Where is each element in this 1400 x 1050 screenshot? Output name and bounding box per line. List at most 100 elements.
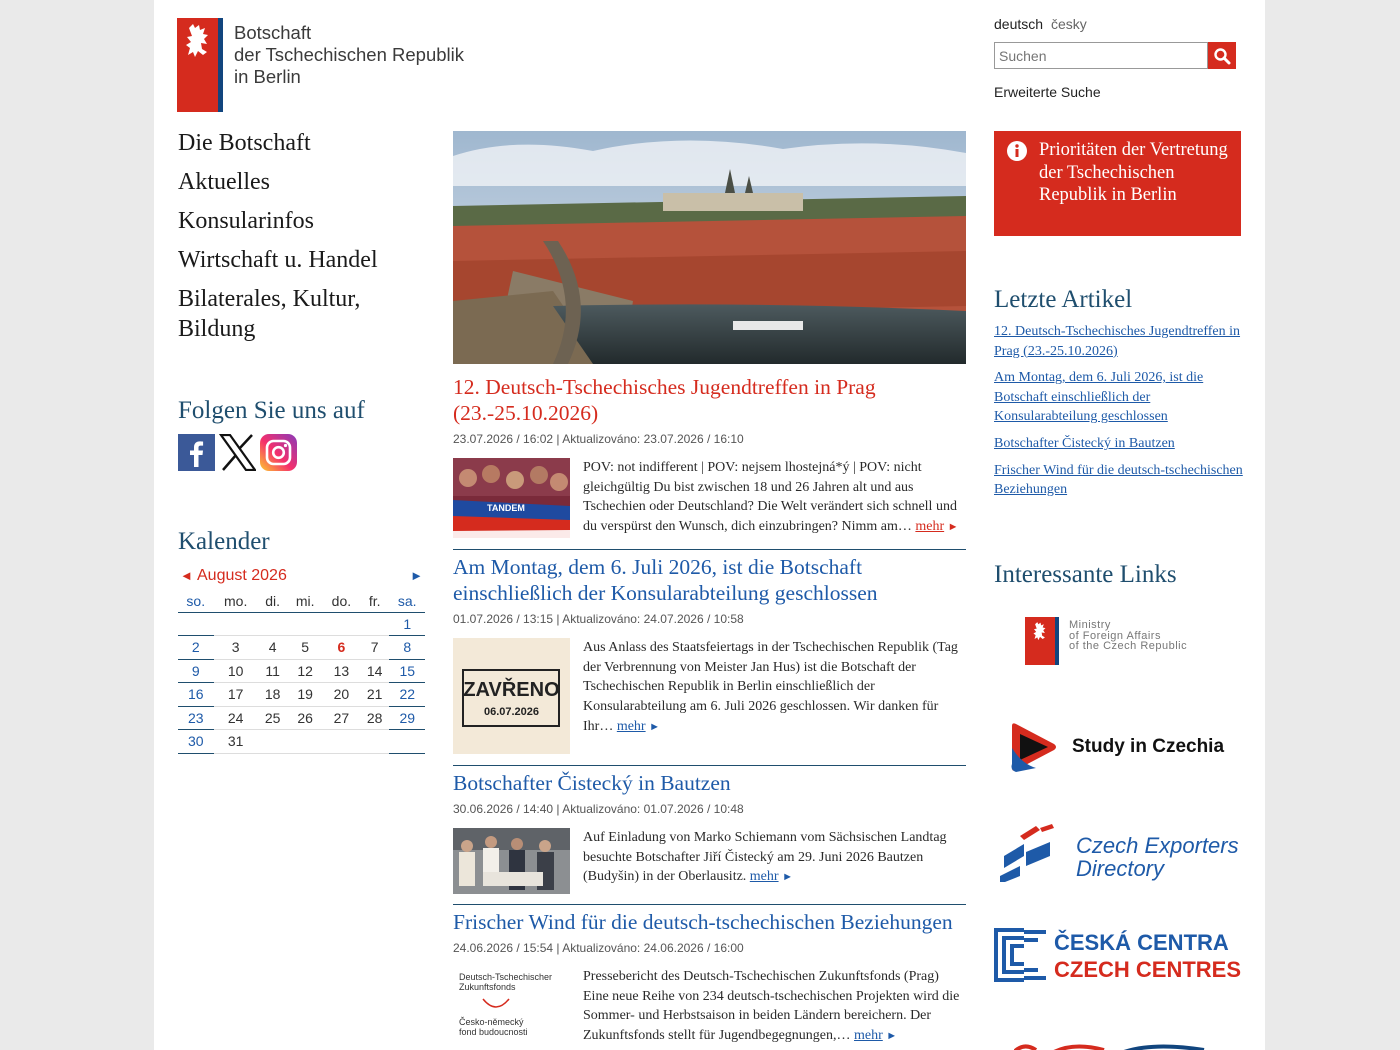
calendar-day[interactable]: 26 bbox=[287, 706, 323, 730]
read-more-link[interactable]: mehr bbox=[617, 719, 646, 734]
divider bbox=[453, 904, 966, 905]
priorities-banner[interactable]: Prioritäten der Vertretung der Tschechis… bbox=[994, 131, 1241, 236]
calendar-day[interactable]: 13 bbox=[322, 659, 360, 683]
czech-centres-link[interactable]: ČESKÁ CENTRA CZECH CENTRES bbox=[994, 927, 1242, 983]
x-icon[interactable] bbox=[219, 434, 256, 471]
language-switch: deutsch česky bbox=[994, 16, 1091, 32]
czech-exporters-link[interactable]: Czech Exporters Directory bbox=[994, 820, 1242, 884]
recent-article-link[interactable]: 12. Deutsch-Tschechisches Jugendtreffen … bbox=[994, 322, 1244, 361]
article-thumbnail[interactable] bbox=[453, 828, 570, 894]
czech-centres-logo-icon bbox=[994, 928, 1048, 982]
calendar-day[interactable]: 7 bbox=[359, 635, 390, 660]
arrow-right-icon: ► bbox=[947, 521, 959, 534]
calendar-day[interactable]: 30 bbox=[178, 729, 214, 754]
calendar-day[interactable]: 3 bbox=[213, 635, 258, 660]
article-text: Aus Anlass des Staatsfeiertags in der Ts… bbox=[583, 640, 958, 734]
nav-bilaterales[interactable]: Bilaterales, Kultur, Bildung bbox=[178, 284, 418, 344]
article-title[interactable]: 12. Deutsch-Tschechisches Jugendtreffen … bbox=[453, 374, 966, 426]
calendar-empty-cell bbox=[287, 612, 323, 636]
calendar-empty-cell bbox=[257, 729, 288, 754]
search-icon bbox=[1214, 47, 1231, 64]
main-nav: Die Botschaft Aktuelles Konsularinfos Wi… bbox=[178, 128, 418, 353]
calendar-prev-icon[interactable]: ◄ bbox=[180, 568, 193, 583]
lang-cesky[interactable]: česky bbox=[1051, 16, 1087, 32]
calendar-day[interactable]: 9 bbox=[178, 659, 214, 683]
calendar-day[interactable]: 14 bbox=[359, 659, 390, 683]
recent-article-link[interactable]: Am Montag, dem 6. Juli 2026, ist die Bot… bbox=[994, 368, 1244, 427]
calendar-day[interactable]: 10 bbox=[213, 659, 258, 683]
nav-konsularinfos[interactable]: Konsularinfos bbox=[178, 206, 418, 236]
calendar-day[interactable]: 6 bbox=[322, 635, 360, 660]
recent-article-link[interactable]: Frischer Wind für die deutsch-tschechisc… bbox=[994, 461, 1244, 500]
search-input[interactable] bbox=[994, 42, 1208, 69]
article-meta: 30.06.2026 / 14:40 | Aktualizováno: 01.0… bbox=[453, 802, 744, 816]
calendar-day[interactable]: 2 bbox=[178, 635, 214, 660]
nav-wirtschaft[interactable]: Wirtschaft u. Handel bbox=[178, 245, 418, 275]
calendar-day[interactable]: 25 bbox=[257, 706, 288, 730]
calendar-day[interactable]: 8 bbox=[389, 635, 425, 660]
recent-articles-list: 12. Deutsch-Tschechisches Jugendtreffen … bbox=[994, 322, 1244, 507]
mfa-link[interactable]: Ministry of Foreign Affairs of the Czech… bbox=[994, 615, 1242, 667]
study-in-czechia-link[interactable]: Study in Czechia bbox=[994, 718, 1242, 774]
social-title: Folgen Sie uns auf bbox=[178, 397, 365, 424]
calendar-day[interactable]: 11 bbox=[257, 659, 288, 683]
article-text: Auf Einladung von Marko Schiemann vom Sä… bbox=[583, 830, 947, 885]
links-title: Interessante Links bbox=[994, 561, 1177, 588]
calendar-day[interactable]: 28 bbox=[359, 706, 390, 730]
calendar-month: August 2026 bbox=[197, 567, 287, 584]
calendar-day[interactable]: 5 bbox=[287, 635, 323, 660]
divider bbox=[453, 549, 966, 550]
calendar-day[interactable]: 4 bbox=[257, 635, 288, 660]
article-meta: 24.06.2026 / 15:54 | Aktualizováno: 24.0… bbox=[453, 941, 744, 955]
article-title[interactable]: Botschafter Čistecký in Bautzen bbox=[453, 770, 966, 796]
calendar-day[interactable]: 16 bbox=[178, 682, 214, 707]
priorities-text: Prioritäten der Vertretung der Tschechis… bbox=[1039, 140, 1228, 205]
calendar-day[interactable]: 17 bbox=[213, 682, 258, 707]
read-more-link[interactable]: mehr bbox=[854, 1028, 883, 1043]
calendar-empty-cell bbox=[213, 612, 258, 636]
calendar-day[interactable]: 24 bbox=[213, 706, 258, 730]
calendar-day[interactable]: 21 bbox=[359, 682, 390, 707]
article-thumbnail[interactable]: Deutsch-Tschechischer Zukunftsfonds Česk… bbox=[453, 967, 570, 1047]
lion-icon bbox=[186, 24, 208, 57]
calendar-day[interactable]: 12 bbox=[287, 659, 323, 683]
search-button[interactable] bbox=[1208, 42, 1236, 69]
article-title[interactable]: Frischer Wind für die deutsch-tschechisc… bbox=[453, 909, 966, 935]
nav-aktuelles[interactable]: Aktuelles bbox=[178, 167, 418, 197]
lang-deutsch[interactable]: deutsch bbox=[994, 16, 1043, 32]
arrow-right-icon: ► bbox=[886, 1030, 898, 1043]
article-meta: 01.07.2026 / 13:15 | Aktualizováno: 24.0… bbox=[453, 612, 744, 626]
calendar-day[interactable]: 20 bbox=[322, 682, 360, 707]
divider bbox=[453, 765, 966, 766]
calendar-day[interactable]: 19 bbox=[287, 682, 323, 707]
czech-republic-link[interactable] bbox=[994, 1038, 1242, 1050]
article-thumbnail[interactable]: TANDEM bbox=[453, 458, 570, 538]
read-more-link[interactable]: mehr bbox=[915, 519, 944, 534]
calendar-weekday: mo. bbox=[213, 590, 258, 613]
nav-die-botschaft[interactable]: Die Botschaft bbox=[178, 128, 418, 158]
calendar-day[interactable]: 23 bbox=[178, 706, 214, 730]
calendar-day[interactable]: 18 bbox=[257, 682, 288, 707]
advanced-search-link[interactable]: Erweiterte Suche bbox=[994, 84, 1101, 100]
calendar-day[interactable]: 1 bbox=[389, 612, 425, 636]
calendar-empty-cell bbox=[322, 612, 360, 636]
calendar-day[interactable]: 27 bbox=[322, 706, 360, 730]
calendar-weekday: so. bbox=[178, 590, 214, 613]
facebook-icon[interactable] bbox=[178, 434, 215, 471]
calendar-empty-cell bbox=[359, 729, 390, 754]
article-title[interactable]: Am Montag, dem 6. Juli 2026, ist die Bot… bbox=[453, 554, 966, 606]
article-1: 12. Deutsch-Tschechisches Jugendtreffen … bbox=[453, 374, 966, 538]
calendar-next-icon[interactable]: ► bbox=[410, 568, 423, 583]
play-icon bbox=[1011, 723, 1056, 772]
article-text: POV: not indifferent | POV: nejsem lhost… bbox=[583, 460, 959, 535]
embassy-logo[interactable]: Botschaft der Tschechischen Republik in … bbox=[177, 18, 477, 112]
calendar-day[interactable]: 31 bbox=[213, 729, 258, 754]
calendar-day[interactable]: 22 bbox=[389, 682, 425, 707]
calendar-day[interactable]: 15 bbox=[389, 659, 425, 683]
calendar-day[interactable]: 29 bbox=[389, 706, 425, 730]
recent-article-link[interactable]: Botschafter Čistecký in Bautzen bbox=[994, 434, 1244, 454]
hero-image-prague[interactable] bbox=[453, 131, 966, 364]
instagram-icon[interactable] bbox=[260, 434, 297, 471]
article-thumbnail[interactable]: ZAVŘENO 06.07.2026 bbox=[453, 638, 570, 754]
read-more-link[interactable]: mehr bbox=[750, 869, 779, 884]
